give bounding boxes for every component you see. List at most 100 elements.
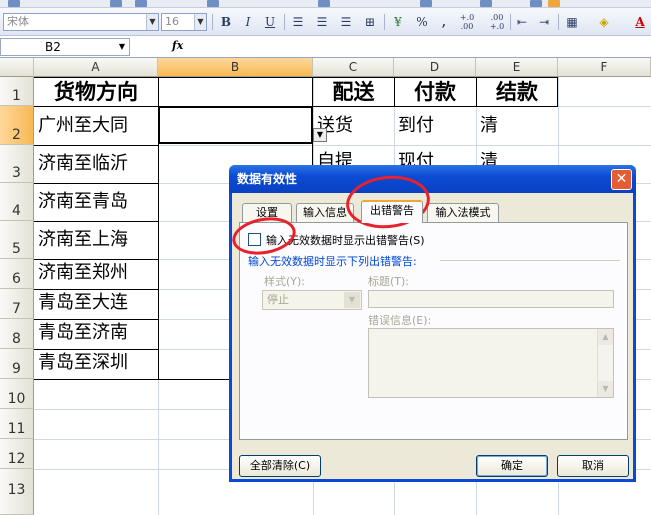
cell-a9[interactable]: 青岛至深圳 bbox=[34, 351, 158, 375]
tab-ime-mode[interactable]: 输入法模式 bbox=[427, 203, 499, 222]
row-header-6[interactable]: 6 bbox=[0, 259, 34, 289]
cell-e2[interactable]: 清 bbox=[476, 114, 558, 138]
new-icon[interactable] bbox=[8, 0, 20, 7]
increase-indent-icon[interactable]: ⇥ bbox=[536, 13, 552, 31]
preview-icon[interactable] bbox=[135, 0, 147, 7]
toolbar-divider bbox=[510, 14, 511, 30]
cell-a6[interactable]: 济南至郑州 bbox=[34, 261, 158, 285]
font-name-value: 宋体 bbox=[7, 15, 29, 28]
currency-icon[interactable]: ¥ bbox=[390, 13, 406, 31]
column-header-d[interactable]: D bbox=[394, 58, 476, 77]
row-header-7[interactable]: 7 bbox=[0, 289, 34, 319]
dialog-title-bar[interactable]: 数据有效性 ✕ bbox=[229, 165, 636, 193]
table-border bbox=[34, 183, 158, 184]
sort-icon[interactable] bbox=[420, 0, 432, 7]
toolbar-divider bbox=[558, 14, 559, 30]
group-label: 输入无效数据时显示下列出错警告: bbox=[248, 255, 417, 268]
fill-color-icon[interactable]: ◈ bbox=[596, 13, 612, 31]
group-divider bbox=[440, 260, 620, 261]
row-header-9[interactable]: 9 bbox=[0, 349, 34, 379]
row-header-5[interactable]: 5 bbox=[0, 221, 34, 259]
align-left-icon[interactable]: ☰ bbox=[290, 13, 306, 31]
active-cell-b2[interactable] bbox=[158, 106, 313, 144]
close-button[interactable]: ✕ bbox=[611, 169, 632, 190]
name-box[interactable]: B2 ▼ bbox=[0, 38, 130, 56]
align-right-icon[interactable]: ☰ bbox=[338, 13, 354, 31]
percent-button[interactable]: % bbox=[414, 13, 430, 31]
italic-button[interactable]: I bbox=[240, 13, 256, 31]
copy-icon[interactable] bbox=[207, 0, 219, 7]
row-header-4[interactable]: 4 bbox=[0, 183, 34, 221]
tab-error-alert[interactable]: 出错警告 bbox=[361, 200, 423, 223]
row-header-3[interactable]: 3 bbox=[0, 145, 34, 183]
select-all-corner[interactable] bbox=[0, 58, 34, 77]
chart-icon[interactable] bbox=[530, 0, 542, 7]
cell-a2[interactable]: 广州至大同 bbox=[34, 114, 158, 138]
underline-button[interactable]: U bbox=[262, 13, 278, 31]
chevron-down-icon[interactable]: ▼ bbox=[344, 292, 360, 308]
cell-d1[interactable]: 付款 bbox=[394, 80, 476, 104]
row-header-10[interactable]: 10 bbox=[0, 379, 34, 409]
scrollbar[interactable]: ▲ ▼ bbox=[597, 329, 613, 397]
align-center-icon[interactable]: ☰ bbox=[314, 13, 330, 31]
help-icon[interactable] bbox=[548, 0, 560, 7]
row-header-11[interactable]: 11 bbox=[0, 409, 34, 439]
cell-d2[interactable]: 到付 bbox=[394, 114, 476, 138]
sort-az-icon[interactable] bbox=[480, 0, 492, 7]
column-header-b[interactable]: B bbox=[158, 58, 313, 77]
title-input[interactable] bbox=[368, 290, 614, 308]
column-header-c[interactable]: C bbox=[313, 58, 394, 77]
cell-a7[interactable]: 青岛至大连 bbox=[34, 291, 158, 315]
scroll-down-icon[interactable]: ▼ bbox=[598, 381, 613, 397]
font-name-combo[interactable]: 宋体 ▼ bbox=[3, 13, 159, 31]
table-border bbox=[34, 145, 158, 146]
row-header-2[interactable]: 2 bbox=[0, 106, 34, 145]
font-size-combo[interactable]: 16 ▼ bbox=[161, 13, 207, 31]
increase-decimal-button[interactable]: +.0 .00 bbox=[454, 13, 480, 31]
print-icon[interactable] bbox=[110, 0, 122, 7]
cell-c1[interactable]: 配送 bbox=[313, 80, 394, 104]
cell-a8[interactable]: 青岛至济南 bbox=[34, 321, 158, 345]
cell-a5[interactable]: 济南至上海 bbox=[34, 228, 158, 252]
error-message-label: 错误信息(E): bbox=[368, 314, 432, 327]
cell-e3[interactable]: 清 bbox=[476, 150, 558, 165]
row-header-12[interactable]: 12 bbox=[0, 439, 34, 469]
error-alert-panel: 输入无效数据时显示出错警告(S) 输入无效数据时显示下列出错警告: 样式(Y):… bbox=[239, 222, 628, 440]
scroll-up-icon[interactable]: ▲ bbox=[598, 329, 613, 345]
formula-bar: B2 ▼ fx bbox=[0, 36, 651, 58]
ok-button[interactable]: 确定 bbox=[476, 455, 548, 477]
chevron-down-icon[interactable]: ▼ bbox=[146, 14, 158, 30]
insert-function-button[interactable]: fx bbox=[172, 39, 183, 52]
merge-center-icon[interactable]: ⊞ bbox=[362, 13, 378, 31]
error-message-textarea[interactable]: ▲ ▼ bbox=[368, 328, 614, 398]
paste-icon[interactable] bbox=[318, 0, 330, 7]
cell-a1[interactable]: 货物方向 bbox=[34, 80, 158, 104]
decrease-indent-icon[interactable]: ⇤ bbox=[514, 13, 530, 31]
dialog-title: 数据有效性 bbox=[237, 172, 298, 186]
column-header-f[interactable]: F bbox=[558, 58, 651, 77]
cell-c3[interactable]: 自提 bbox=[313, 150, 394, 165]
cell-a4[interactable]: 济南至青岛 bbox=[34, 190, 158, 214]
column-header-e[interactable]: E bbox=[476, 58, 558, 77]
row-header-1[interactable]: 1 bbox=[0, 77, 34, 106]
clear-all-button[interactable]: 全部清除(C) bbox=[239, 455, 321, 477]
formatting-toolbar: 宋体 ▼ 16 ▼ B I U ☰ ☰ ☰ ⊞ ¥ % , +.0 .00 .0… bbox=[0, 8, 651, 36]
chevron-down-icon[interactable]: ▼ bbox=[119, 39, 125, 55]
column-header-a[interactable]: A bbox=[34, 58, 158, 77]
cell-e1[interactable]: 结款 bbox=[476, 80, 558, 104]
font-color-button[interactable]: A bbox=[632, 13, 648, 31]
bold-button[interactable]: B bbox=[218, 13, 234, 31]
borders-icon[interactable]: ▦ bbox=[564, 13, 580, 31]
chevron-down-icon[interactable]: ▼ bbox=[194, 14, 206, 30]
table-border bbox=[34, 221, 158, 222]
style-select[interactable]: 停止 ▼ bbox=[262, 290, 362, 310]
comma-button[interactable]: , bbox=[436, 13, 452, 31]
toolbar-divider bbox=[212, 14, 213, 30]
cancel-button[interactable]: 取消 bbox=[557, 455, 629, 477]
decrease-decimal-button[interactable]: .00 +.0 bbox=[484, 13, 510, 31]
cell-d3[interactable]: 现付 bbox=[394, 150, 476, 165]
row-header-13[interactable]: 13 bbox=[0, 469, 34, 515]
cell-a3[interactable]: 济南至临沂 bbox=[34, 152, 158, 176]
dropdown-arrow-icon[interactable]: ▼ bbox=[313, 128, 327, 142]
row-header-8[interactable]: 8 bbox=[0, 319, 34, 349]
